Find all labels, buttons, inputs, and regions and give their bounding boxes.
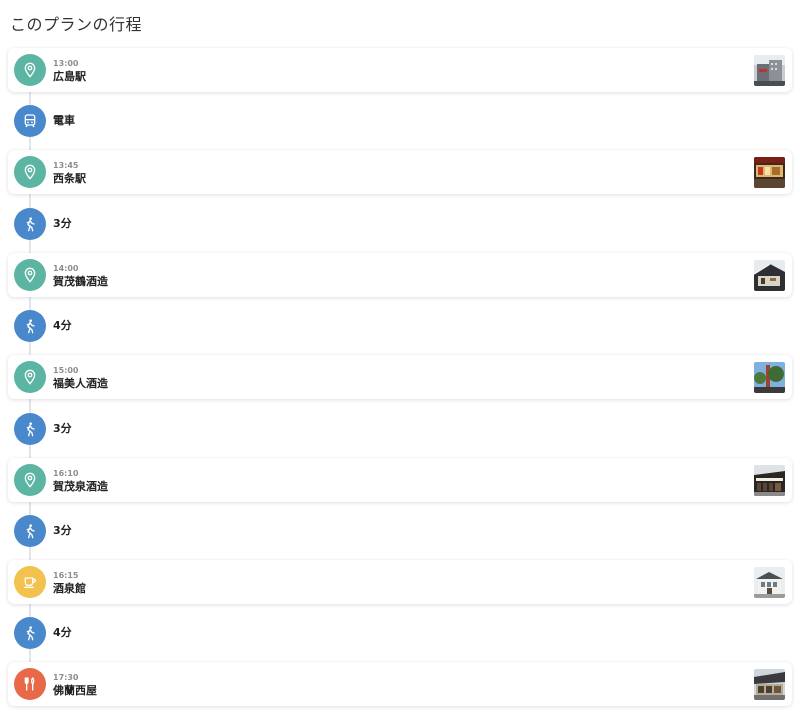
spot-card[interactable]: 16:15 酒泉館 [8,560,792,604]
transit-step: 3分 [8,202,792,246]
spot-photo[interactable] [754,567,785,598]
spot-time: 17:30 [53,673,79,682]
spot-card[interactable]: 17:30 佛蘭西屋 [8,662,792,706]
spot-name: 賀茂鶴酒造 [53,275,108,288]
transit-step: 電車 [8,99,792,143]
walk-icon [14,413,46,445]
transit-step: 3分 [8,509,792,553]
map-pin-icon [14,259,46,291]
spot-name: 佛蘭西屋 [53,684,97,697]
spot-name: 酒泉館 [53,582,86,595]
map-pin-icon [14,361,46,393]
spot-time: 15:00 [53,366,79,375]
spot-photo[interactable] [754,465,785,496]
walk-icon [14,208,46,240]
transit-label: 電車 [53,114,75,127]
section-title: このプランの行程 [10,15,143,34]
fork-knife-icon [14,668,46,700]
plan-itinerary-page: このプランの行程 13:00 広島駅 電車 13:45 西条駅 3分 14:00… [0,0,800,722]
train-icon [14,105,46,137]
spot-card[interactable]: 14:00 賀茂鶴酒造 [8,253,792,297]
transit-label: 3分 [53,217,72,230]
walk-icon [14,617,46,649]
spot-name: 賀茂泉酒造 [53,480,108,493]
map-pin-icon [14,464,46,496]
spot-time: 16:10 [53,469,79,478]
spot-time: 16:15 [53,571,79,580]
spot-card[interactable]: 15:00 福美人酒造 [8,355,792,399]
transit-step: 4分 [8,304,792,348]
walk-icon [14,515,46,547]
spot-time: 13:45 [53,161,79,170]
coffee-cup-icon [14,566,46,598]
transit-step: 3分 [8,407,792,451]
transit-label: 3分 [53,422,72,435]
transit-label: 3分 [53,524,72,537]
transit-label: 4分 [53,319,72,332]
spot-time: 14:00 [53,264,79,273]
spot-name: 西条駅 [53,172,86,185]
spot-card[interactable]: 13:00 広島駅 [8,48,792,92]
walk-icon [14,310,46,342]
spot-photo[interactable] [754,55,785,86]
spot-photo[interactable] [754,669,785,700]
spot-name: 広島駅 [53,70,86,83]
spot-photo[interactable] [754,157,785,188]
spot-name: 福美人酒造 [53,377,108,390]
transit-step: 4分 [8,611,792,655]
map-pin-icon [14,156,46,188]
transit-label: 4分 [53,626,72,639]
spot-photo[interactable] [754,362,785,393]
spot-card[interactable]: 16:10 賀茂泉酒造 [8,458,792,502]
map-pin-icon [14,54,46,86]
spot-photo[interactable] [754,260,785,291]
spot-card[interactable]: 13:45 西条駅 [8,150,792,194]
spot-time: 13:00 [53,59,79,68]
